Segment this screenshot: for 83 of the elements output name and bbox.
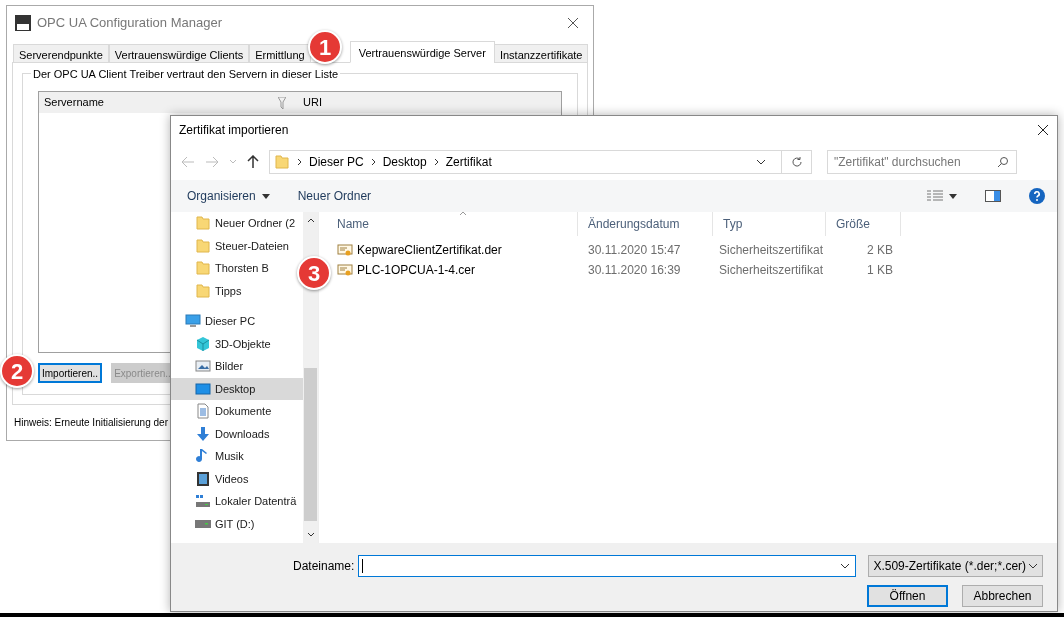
tab[interactable]: Serverendpunkte xyxy=(13,44,109,63)
close-icon[interactable] xyxy=(567,16,579,29)
folder-icon xyxy=(195,215,211,232)
drive-icon xyxy=(195,493,211,510)
new-folder-button[interactable]: Neuer Ordner xyxy=(297,187,372,205)
nav-item[interactable]: GIT (D:) xyxy=(171,512,255,535)
chevron-right-icon xyxy=(297,158,302,166)
sort-caret-icon xyxy=(459,211,467,216)
address-bar[interactable]: Dieser PC Desktop Zertifikat xyxy=(269,150,812,174)
callout-badge: 2 xyxy=(0,354,34,388)
cancel-button[interactable]: Abbrechen xyxy=(962,585,1043,607)
refresh-icon[interactable] xyxy=(790,156,803,168)
picture-icon xyxy=(195,358,211,375)
tab[interactable]: Vertrauenswürdige Server xyxy=(349,41,495,63)
up-arrow-icon[interactable] xyxy=(247,155,259,169)
nav-item[interactable]: Videos xyxy=(171,467,249,490)
help-icon[interactable] xyxy=(1029,188,1045,204)
chevron-down-icon[interactable] xyxy=(840,563,851,569)
import-button[interactable]: Importieren.. xyxy=(38,363,103,383)
nav-item[interactable]: Bilder xyxy=(171,355,244,378)
column-header[interactable]: Größe xyxy=(826,212,901,236)
organize-menu[interactable]: Organisieren xyxy=(187,187,270,205)
window-title: OPC UA Configuration Manager xyxy=(37,13,222,32)
open-button[interactable]: Öffnen xyxy=(867,585,948,607)
document-icon xyxy=(195,403,211,420)
monitor-icon xyxy=(185,313,201,330)
nav-item[interactable]: Thorsten B xyxy=(171,257,269,280)
dialog-title: Zertifikat importieren xyxy=(179,122,289,139)
folder-icon xyxy=(195,282,211,299)
folder-icon xyxy=(195,260,211,277)
preview-pane-icon[interactable] xyxy=(985,190,1001,202)
caret-icon xyxy=(261,193,270,199)
chevron-right-icon xyxy=(433,158,439,166)
filetype-dropdown[interactable]: X.509-Zertifikate (*.der;*.cer) xyxy=(868,555,1043,577)
search-icon xyxy=(997,156,1009,168)
filename-label: Dateiname: xyxy=(293,558,355,575)
breadcrumb[interactable]: Dieser PC xyxy=(309,153,364,171)
tab[interactable]: Vertrauenswürdige Clients xyxy=(108,44,250,63)
download-arrow-icon xyxy=(195,425,211,442)
drive-icon xyxy=(195,519,211,528)
certificate-icon xyxy=(337,242,353,258)
nav-item[interactable]: Dieser PC xyxy=(171,310,256,333)
file-row[interactable]: KepwareClientZertifikat.der 30.11.2020 15:47 Sicherheitszertifikat 2 KB xyxy=(337,240,901,260)
scroll-up-icon[interactable] xyxy=(306,218,315,223)
nav-item[interactable]: Steuer-Dateien xyxy=(171,234,289,257)
scroll-down-icon[interactable] xyxy=(306,532,315,537)
nav-item[interactable]: Neuer Ordner (2 xyxy=(171,212,296,235)
scrollbar[interactable] xyxy=(303,212,318,543)
nav-item[interactable]: Tipps xyxy=(171,279,242,302)
hint-text: Hinweis: Erneute Initialisierung der xyxy=(14,416,168,430)
chevron-down-icon[interactable] xyxy=(756,159,766,165)
column-header[interactable]: Servername xyxy=(44,94,104,111)
filename-field[interactable] xyxy=(358,555,857,577)
folder-icon xyxy=(274,154,290,170)
breadcrumb[interactable]: Zertifikat xyxy=(445,153,492,171)
file-row[interactable]: PLC-1OPCUA-1-4.cer 30.11.2020 16:39 Sicherheitszertifikat 1 KB xyxy=(337,260,901,280)
nav-item[interactable]: Dokumente xyxy=(171,400,272,423)
column-header[interactable]: Änderungsdatum xyxy=(578,212,713,236)
text-cursor xyxy=(362,559,364,573)
chevron-down-icon xyxy=(1028,563,1038,569)
nav-item[interactable]: 3D-Objekte xyxy=(171,332,271,355)
folder-icon xyxy=(195,237,211,254)
close-icon[interactable] xyxy=(1037,124,1049,136)
nav-item[interactable]: Desktop xyxy=(171,377,303,400)
app-logo-icon xyxy=(15,14,31,31)
scrollbar-thumb[interactable] xyxy=(304,368,317,521)
column-header[interactable]: URI xyxy=(294,94,322,111)
caret-icon[interactable] xyxy=(949,193,957,199)
tab[interactable]: Instanzzertifikate xyxy=(493,44,589,63)
desktop-icon xyxy=(195,380,211,397)
filter-icon xyxy=(278,96,286,109)
nav-item[interactable]: Downloads xyxy=(171,422,270,445)
nav-item[interactable]: Lokaler Datenträ xyxy=(171,490,297,513)
column-header[interactable]: Name xyxy=(327,212,578,236)
nav-item[interactable]: Musik xyxy=(171,445,244,468)
search-field[interactable]: "Zertifikat" durchsuchen xyxy=(827,150,1017,174)
chevron-right-icon xyxy=(370,158,376,166)
column-header[interactable]: Typ xyxy=(713,212,826,236)
cube-icon xyxy=(195,335,211,352)
breadcrumb[interactable]: Desktop xyxy=(382,153,427,171)
film-icon xyxy=(195,470,211,487)
tab[interactable]: Ermittlung xyxy=(249,44,311,63)
certificate-icon xyxy=(337,262,353,278)
